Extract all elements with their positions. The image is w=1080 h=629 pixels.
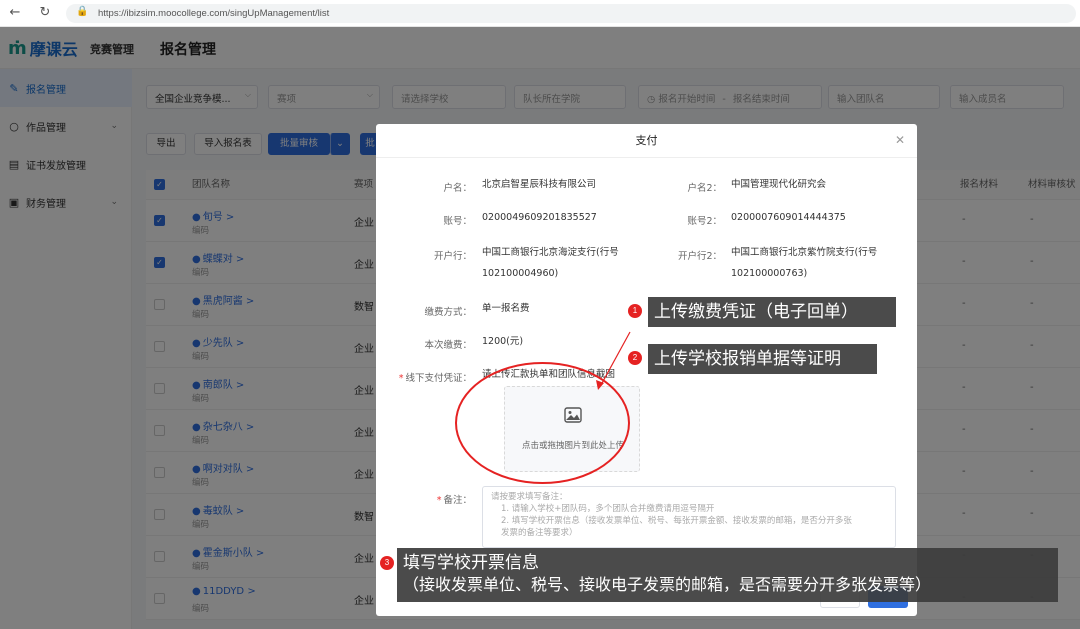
callout-upload-reimbursement: 上传学校报销单据等证明 — [648, 344, 877, 374]
account-no-label: 账号： — [443, 216, 472, 227]
account-name-value: 北京启智星辰科技有限公司 — [482, 179, 597, 190]
annotation-badge-2: 2 — [628, 351, 642, 365]
account-no-value: 0200049609201835527 — [482, 212, 597, 223]
modal-title: 支付 — [376, 124, 917, 158]
account-name-label: 户名： — [443, 183, 472, 194]
account-no2-label: 账号2： — [687, 216, 722, 227]
back-icon[interactable]: ← — [8, 6, 22, 20]
callout-invoice-info: 填写学校开票信息 （接收发票单位、税号、接收电子发票的邮箱，是否需要分开多张发票… — [397, 548, 1058, 602]
remark-textarea[interactable]: 请按要求填写备注： 1. 请输入学校+团队码，多个团队合并缴费请用逗号隔开 2.… — [482, 486, 896, 548]
callout-upload-voucher: 上传缴费凭证（电子回单） — [648, 297, 896, 327]
callout-invoice-title: 填写学校开票信息 — [403, 553, 539, 573]
callout-invoice-detail: （接收发票单位、税号、接收电子发票的邮箱，是否需要分开多张发票等） — [403, 575, 932, 594]
bank-value-line2: 102100004960) — [482, 268, 559, 279]
remark-placeholder-line: 2. 填写学校开票信息（接收发票单位、税号、每张开票金额、接收发票的邮箱，是否分… — [501, 516, 852, 526]
annotation-badge-3: 3 — [380, 556, 394, 570]
bank2-value-line2: 102100000763) — [731, 268, 808, 279]
upload-highlight-ellipse — [455, 362, 630, 484]
bank-label: 开户行： — [433, 251, 472, 262]
voucher-label: * 线下支付凭证： — [398, 373, 472, 384]
account-name2-value: 中国管理现代化研究会 — [731, 179, 827, 190]
lock-icon: 🔒 — [76, 6, 89, 17]
account-name2-label: 户名2： — [687, 183, 722, 194]
annotation-badge-1: 1 — [628, 304, 642, 318]
address-bar[interactable]: 🔒 https://ibizsim.moocollege.com/singUpM… — [66, 4, 1076, 23]
pay-method-label: 缴费方式： — [424, 307, 472, 318]
remark-placeholder-line: 发票的备注等要求） — [501, 528, 578, 538]
remark-label: * 备注： — [436, 495, 472, 506]
pay-method-value: 单一报名费 — [482, 303, 530, 314]
voucher-label-text: 线下支付凭证： — [405, 373, 472, 384]
browser-bar: ← ↻ 🔒 https://ibizsim.moocollege.com/sin… — [0, 0, 1080, 27]
bank2-value-line1: 中国工商银行北京紫竹院支行(行号 — [731, 247, 878, 258]
account-no2-value: 0200007609014444375 — [731, 212, 846, 223]
amount-value: 1200(元) — [482, 336, 524, 347]
bank2-label: 开户行2： — [677, 251, 722, 262]
remark-label-text: 备注： — [443, 495, 472, 506]
bank-value-line1: 中国工商银行北京海淀支行(行号 — [482, 247, 619, 258]
url-text: https://ibizsim.moocollege.com/singUpMan… — [98, 8, 330, 19]
close-icon[interactable]: ✕ — [895, 133, 905, 147]
reload-icon[interactable]: ↻ — [38, 6, 52, 20]
remark-placeholder-line: 1. 请输入学校+团队码，多个团队合并缴费请用逗号隔开 — [501, 504, 715, 514]
amount-label: 本次缴费： — [424, 340, 472, 351]
remark-placeholder-line: 请按要求填写备注： — [491, 492, 568, 502]
